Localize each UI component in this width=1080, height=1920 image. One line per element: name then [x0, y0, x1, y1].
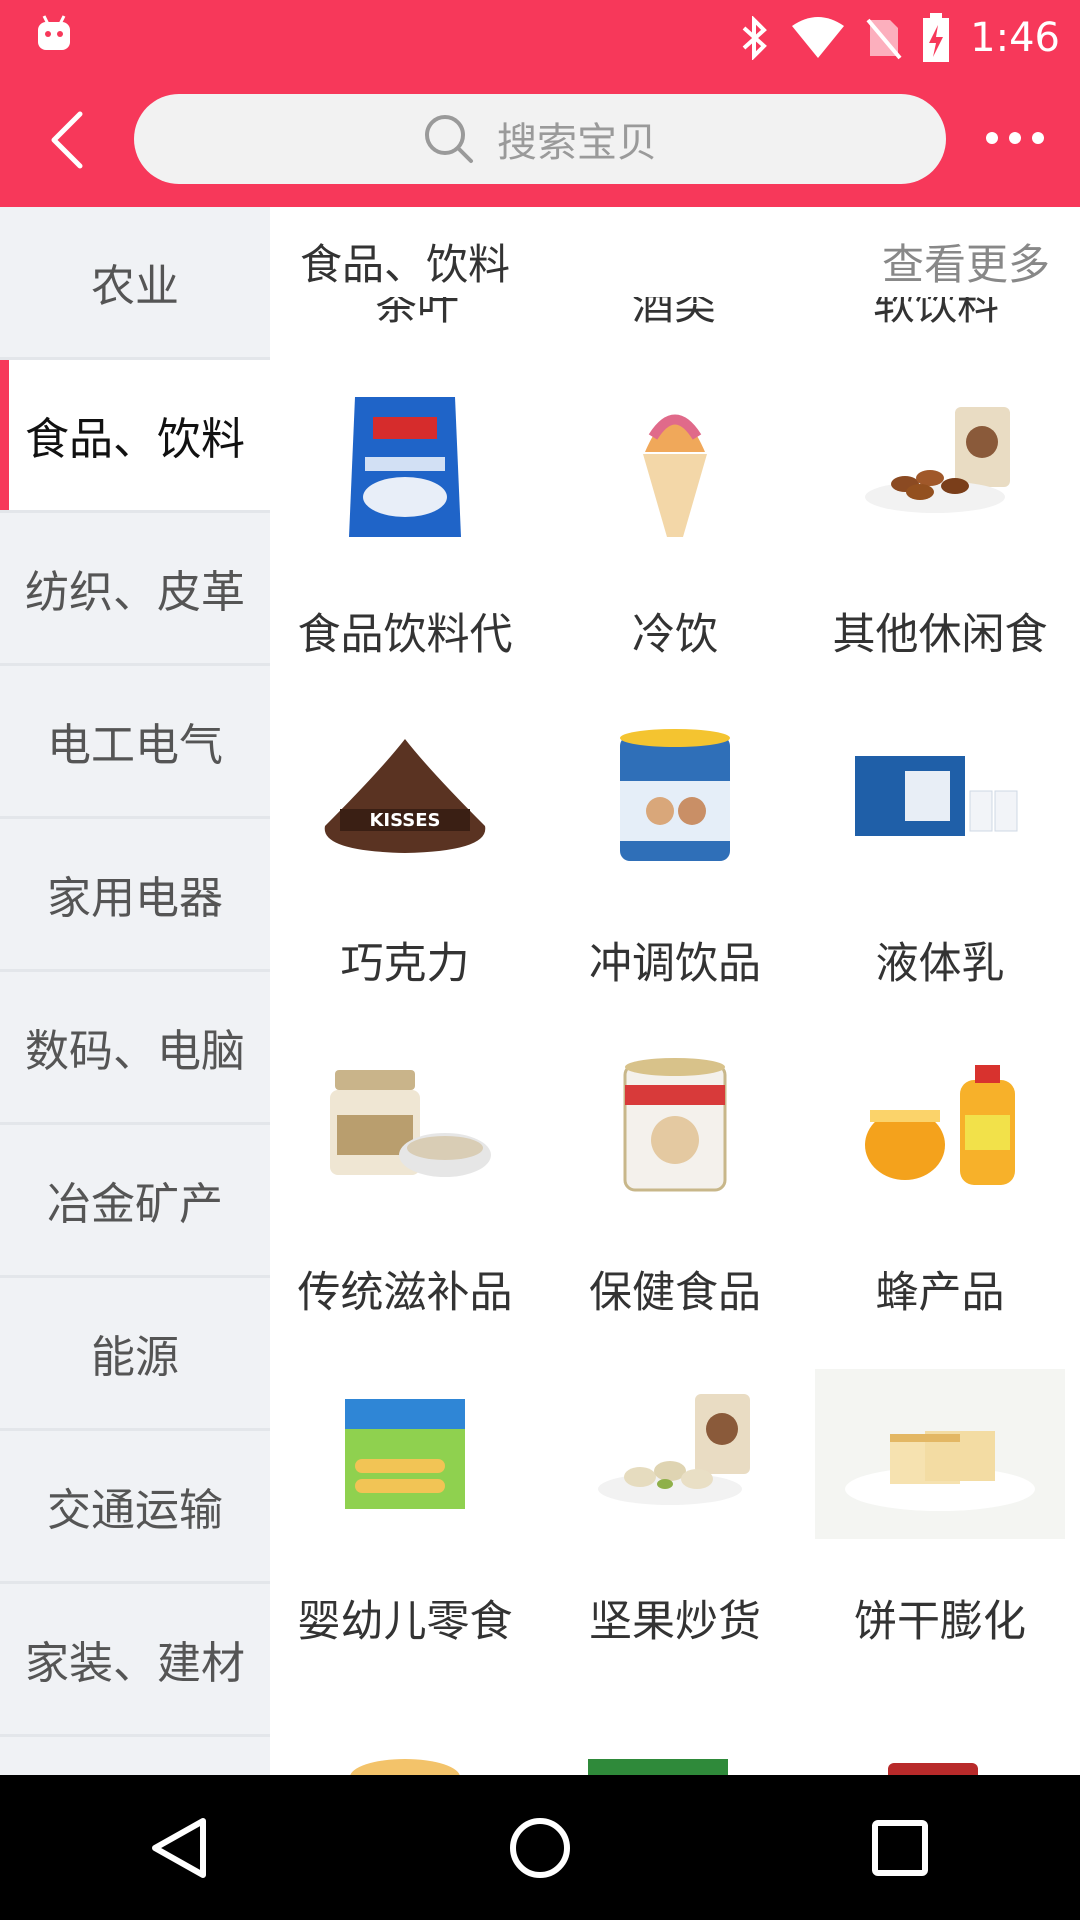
- sidebar-item-agriculture[interactable]: 农业: [0, 207, 270, 360]
- subcategory-label: 食品饮料代: [297, 610, 513, 660]
- back-triangle-icon: [152, 1817, 206, 1878]
- subcategory-label: 饼干膨化: [854, 1597, 1026, 1647]
- subcategory-label: 坚果炒货: [589, 1597, 761, 1647]
- honey-image: [815, 1040, 1065, 1210]
- section-title: 食品、饮料: [300, 239, 511, 289]
- svg-text:KISSES: KISSES: [369, 810, 440, 831]
- sidebar-item-food-beverage[interactable]: 食品、饮料: [0, 360, 270, 513]
- sidebar-item-label: 数码、电脑: [25, 1026, 245, 1077]
- status-bar: 1:46: [0, 0, 1080, 72]
- subcategory-label: 冷饮: [632, 610, 718, 660]
- search-placeholder: 搜索宝贝: [497, 120, 657, 166]
- search-icon: [423, 113, 475, 165]
- subcategory-item[interactable]: KISSES 巧克力: [275, 711, 535, 1040]
- next-row-preview: [270, 1737, 1080, 1775]
- sidebar-item-label: 能源: [91, 1332, 179, 1383]
- subcategory-item[interactable]: 其他休闲食: [810, 382, 1070, 711]
- sidebar-item-textile-leather[interactable]: 纺织、皮革: [0, 513, 270, 666]
- subcategory-item[interactable]: 传统滋补品: [275, 1040, 535, 1369]
- status-time: 1:46: [970, 15, 1060, 61]
- nav-home-button[interactable]: [480, 1798, 600, 1898]
- subcategory-item[interactable]: 蜂产品: [810, 1040, 1070, 1369]
- subcategory-item[interactable]: 婴幼儿零食: [275, 1369, 535, 1698]
- sidebar-item-label: 冶金矿产: [47, 1179, 223, 1230]
- category-content: 食品、饮料 查看更多 茶叶 酒类 软饮料 食品饮料代 冷饮 其他休闲食 KISS…: [270, 207, 1080, 1775]
- subcategory-label: 婴幼儿零食: [297, 1597, 513, 1647]
- system-nav-bar: [0, 1775, 1080, 1920]
- subcategory-item[interactable]: 冷饮: [545, 382, 805, 711]
- subcategory-item[interactable]: 坚果炒货: [545, 1369, 805, 1698]
- subcategory-grid: 食品饮料代 冷饮 其他休闲食 KISSES 巧克力 冲调饮品 液体乳 传统滋补品…: [270, 382, 1080, 1698]
- cut-off-label: 酒类: [632, 297, 717, 327]
- milk-powder-can-image: [590, 711, 760, 881]
- pistachio-image: [550, 1369, 800, 1539]
- sidebar-item-digital-computer[interactable]: 数码、电脑: [0, 972, 270, 1125]
- subcategory-item[interactable]: 保健食品: [545, 1040, 805, 1369]
- protein-powder-can-image: [590, 1040, 760, 1210]
- android-icon: [34, 14, 74, 54]
- kisses-chocolate-image: KISSES: [280, 711, 530, 881]
- scrolled-off-labels: 茶叶 酒类 软饮料: [270, 297, 1080, 327]
- cut-off-label: 茶叶: [375, 297, 460, 327]
- subcategory-label: 冲调饮品: [589, 939, 761, 989]
- battery-charging-icon: [922, 13, 950, 63]
- back-button[interactable]: [44, 108, 94, 172]
- milk-box-image: [815, 711, 1065, 881]
- sidebar-item-label: 交通运输: [47, 1485, 223, 1536]
- baby-snack-box-image: [320, 1369, 490, 1539]
- subcategory-item[interactable]: 液体乳: [810, 711, 1070, 1040]
- search-input[interactable]: 搜索宝贝: [134, 94, 946, 184]
- subcategory-label: 保健食品: [589, 1268, 761, 1318]
- ice-cream-image: [590, 382, 760, 552]
- home-circle-icon: [510, 1817, 570, 1878]
- no-sim-icon: [866, 16, 902, 60]
- sidebar-item-home-building[interactable]: 家装、建材: [0, 1584, 270, 1737]
- sidebar-item-energy[interactable]: 能源: [0, 1278, 270, 1431]
- subcategory-label: 液体乳: [875, 939, 1005, 989]
- recents-square-icon: [872, 1819, 928, 1876]
- oat-bag-image: [320, 382, 490, 552]
- subcategory-label: 巧克力: [340, 939, 470, 989]
- subcategory-label: 传统滋补品: [297, 1268, 513, 1318]
- bluetooth-icon: [740, 16, 770, 60]
- nuts-bowl-image: [855, 382, 1025, 552]
- sidebar-item-home-appliances[interactable]: 家用电器: [0, 819, 270, 972]
- sidebar-item-label: 纺织、皮革: [25, 567, 245, 618]
- nav-back-button[interactable]: [120, 1798, 240, 1898]
- sidebar-item-transportation[interactable]: 交通运输: [0, 1431, 270, 1584]
- view-more-link[interactable]: 查看更多: [882, 231, 1050, 292]
- grid-row: 婴幼儿零食 坚果炒货 饼干膨化: [270, 1369, 1080, 1698]
- cut-off-label: 软饮料: [873, 297, 1000, 327]
- sidebar-item-label: 农业: [91, 261, 179, 312]
- sidebar-item-label: 电工电气: [47, 720, 223, 771]
- wifi-icon: [790, 16, 846, 60]
- sidebar-item-electrical[interactable]: 电工电气: [0, 666, 270, 819]
- sidebar-item-label: 家用电器: [47, 873, 223, 924]
- subcategory-label: 其他休闲食: [832, 610, 1048, 660]
- subcategory-item[interactable]: 冲调饮品: [545, 711, 805, 1040]
- grid-row: KISSES 巧克力 冲调饮品 液体乳: [270, 711, 1080, 1040]
- subcategory-label: 蜂产品: [875, 1268, 1005, 1318]
- sidebar-item-label: 家装、建材: [25, 1638, 245, 1689]
- sidebar-item-metallurgy-mining[interactable]: 冶金矿产: [0, 1125, 270, 1278]
- birdnest-jar-image: [280, 1040, 530, 1210]
- category-sidebar: 农业 食品、饮料 纺织、皮革 电工电气 家用电器 数码、电脑 冶金矿产 能源 交…: [0, 207, 270, 1775]
- subcategory-item[interactable]: 食品饮料代: [275, 382, 535, 711]
- sidebar-item-label: 食品、饮料: [25, 414, 245, 465]
- nav-recents-button[interactable]: [840, 1798, 960, 1898]
- grid-row: 食品饮料代 冷饮 其他休闲食: [270, 382, 1080, 711]
- bread-plate-image: [815, 1369, 1065, 1539]
- header-bar: 1:46 搜索宝贝: [0, 0, 1080, 207]
- subcategory-item[interactable]: 饼干膨化: [810, 1369, 1070, 1698]
- more-options-button[interactable]: [980, 118, 1050, 158]
- grid-row: 传统滋补品 保健食品 蜂产品: [270, 1040, 1080, 1369]
